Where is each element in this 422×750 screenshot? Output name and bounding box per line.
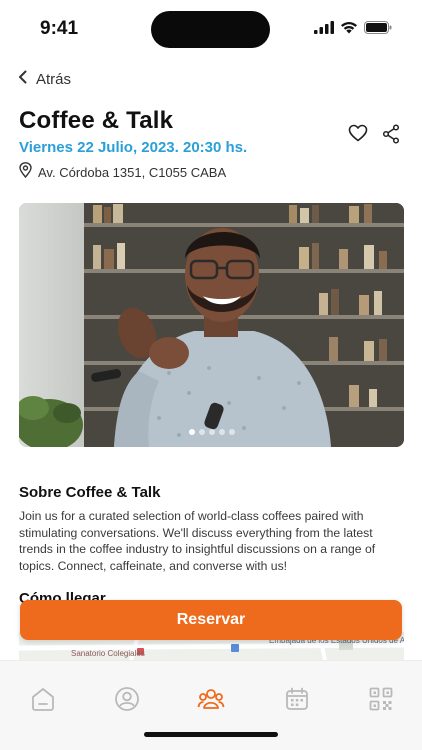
status-bar: 9:41 [0,0,422,58]
event-actions [348,124,400,144]
carousel-dot[interactable] [188,429,195,435]
about-title: Sobre Coffee & Talk [19,484,161,501]
community-icon [197,689,225,709]
event-address: Av. Córdoba 1351, C1055 CABA [38,165,227,180]
event-title: Coffee & Talk [19,107,174,134]
back-button[interactable]: Atrás [18,70,71,89]
tab-profile[interactable] [113,685,141,713]
map-label-sanatorio: Sanatorio Colegiales [71,649,145,658]
share-icon[interactable] [382,124,400,144]
tab-calendar[interactable] [283,685,311,713]
status-time: 9:41 [40,18,79,39]
battery-icon [364,21,392,39]
carousel-dots [19,429,404,435]
event-date: Viernes 22 Julio, 2023. 20:30 hs. [19,139,248,156]
chevron-left-icon [18,70,28,89]
tab-qr[interactable] [367,685,395,713]
location-pin-icon [19,162,32,183]
tab-home[interactable] [29,685,57,713]
back-label: Atrás [36,71,72,88]
dynamic-island [151,11,270,48]
qr-code-icon [369,687,393,711]
home-indicator [144,732,278,737]
calendar-icon [286,687,308,710]
event-photo-illustration [19,203,404,447]
carousel-dot[interactable] [208,429,215,435]
carousel-dot[interactable] [198,429,205,435]
status-icons [314,21,392,39]
signal-icon [314,21,334,39]
heart-icon[interactable] [348,124,368,144]
event-photo[interactable] [19,203,404,447]
carousel-dot[interactable] [218,429,225,435]
carousel-dot[interactable] [228,429,235,435]
profile-icon [115,687,139,711]
home-icon [32,688,54,711]
about-text: Join us for a curated selection of world… [19,509,376,573]
event-location: Av. Córdoba 1351, C1055 CABA [19,162,226,183]
tab-community[interactable] [197,685,225,713]
wifi-icon [340,21,358,39]
reserve-button[interactable]: Reservar [20,600,402,640]
